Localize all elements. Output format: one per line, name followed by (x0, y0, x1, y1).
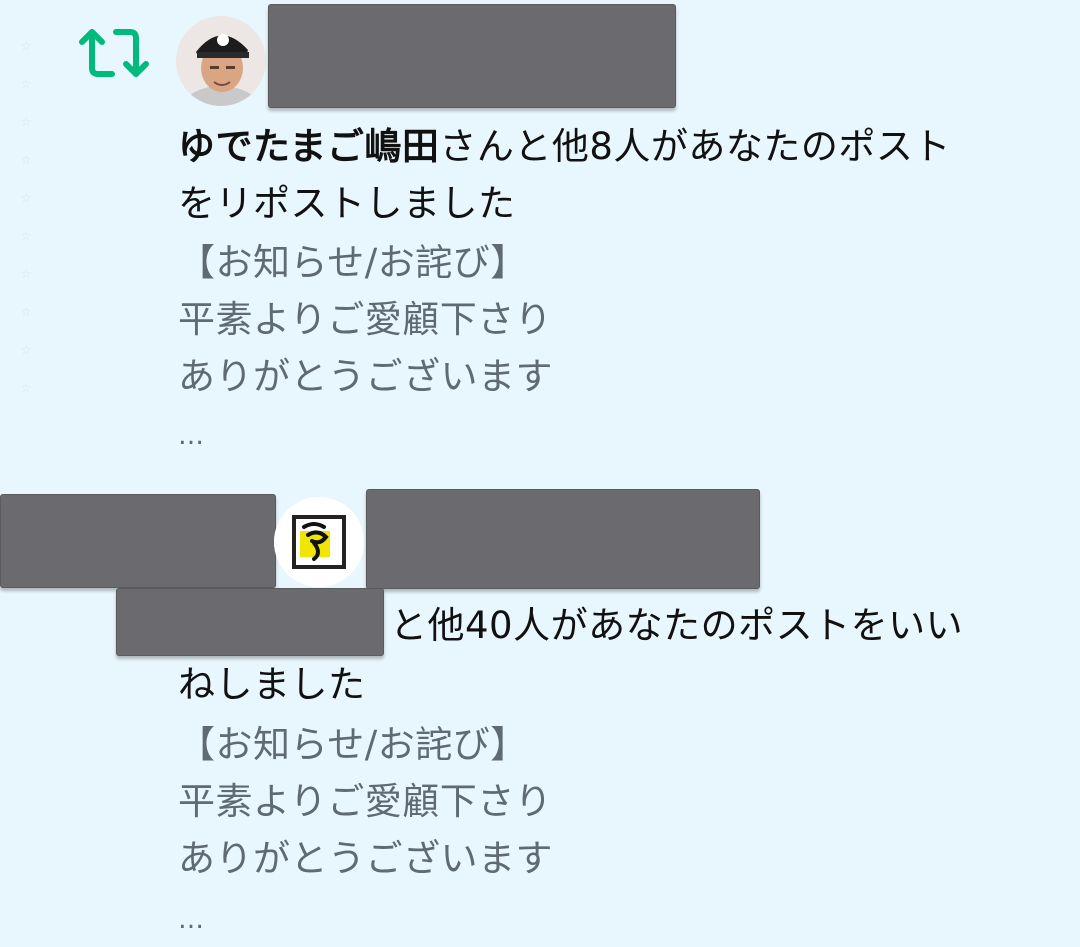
notification-like[interactable]: と他40人があなたのポストをいい ねしました 【お知らせ/お詫び】 平素よりご愛… (0, 480, 1080, 947)
notification-repost[interactable]: ゆでたまご嶋田さんと他8人があなたのポスト をリポストしました 【お知らせ/お詫… (0, 0, 1080, 470)
post-preview-line: ありがとうございます (178, 837, 553, 880)
redacted-name-block (366, 489, 760, 589)
avatar[interactable] (274, 497, 364, 587)
post-preview-line: ありがとうございます (178, 355, 553, 398)
repost-icon (79, 29, 149, 77)
notification-summary: と他40人があなたのポストをいい (390, 604, 964, 647)
notification-summary: ゆでたまご嶋田さんと他8人があなたのポスト (178, 125, 951, 168)
post-preview-line: 【お知らせ/お詫び】 (178, 241, 528, 284)
redacted-avatar-block (0, 494, 276, 588)
redacted-name-block (268, 4, 676, 108)
post-preview-ellipsis: … (178, 421, 205, 451)
post-preview-line: 平素よりご愛顧下さり (178, 298, 553, 341)
notification-summary-continued: をリポストしました (178, 182, 516, 225)
actor-name[interactable]: ゆでたまご嶋田 (178, 125, 439, 168)
post-preview-line: 平素よりご愛顧下さり (178, 780, 553, 823)
post-preview-line: 【お知らせ/お詫び】 (178, 723, 528, 766)
redacted-name-block (116, 588, 384, 656)
notification-summary-continued: ねしました (178, 663, 366, 706)
avatar[interactable] (176, 16, 266, 106)
post-preview-ellipsis: … (178, 905, 205, 935)
